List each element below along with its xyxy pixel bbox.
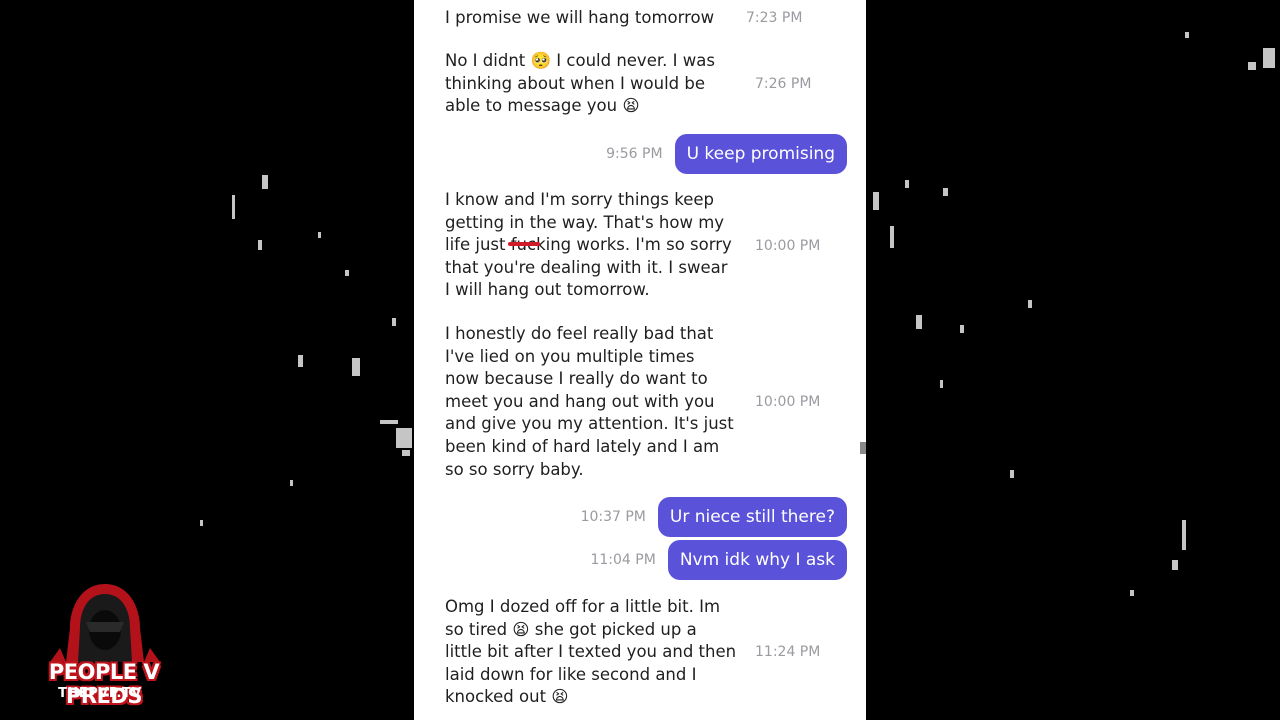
received-message: No I didnt 🥺 I could never. I was thinki… [445, 51, 715, 116]
received-message: I honestly do feel really bad that I've … [445, 324, 734, 479]
message-timestamp: 9:56 PM [606, 146, 663, 162]
message-timestamp: 10:37 PM [580, 509, 646, 525]
channel-logo: PEOPLE V PREDS THEPVP.TV [20, 578, 190, 708]
received-message: I promise we will hang tomorrow [445, 8, 715, 27]
logo-subtitle: THEPVP.TV [58, 686, 142, 701]
received-message: I know and I'm sorry things keep getting… [445, 190, 732, 300]
chat-panel[interactable]: I promise we will hang tomorrow 7:23 PM … [414, 0, 866, 720]
message-timestamp: 11:24 PM [755, 644, 821, 660]
message-timestamp: 10:00 PM [755, 238, 821, 254]
sent-message-row: 10:37 PM Ur niece still there? [581, 497, 847, 537]
sent-message-bubble[interactable]: Ur niece still there? [657, 497, 847, 537]
scrollbar-handle[interactable] [860, 442, 866, 454]
message-timestamp: 7:23 PM [746, 10, 803, 26]
sent-message-bubble[interactable]: Nvm idk why I ask [667, 540, 847, 580]
sent-message-bubble[interactable]: U keep promising [674, 134, 847, 174]
redaction-mark [508, 242, 540, 246]
message-timestamp: 11:04 PM [590, 552, 656, 568]
sent-message-row: 9:56 PM U keep promising [606, 134, 847, 174]
hooded-figure-icon [50, 584, 160, 662]
sent-message-row: 11:04 PM Nvm idk why I ask [590, 540, 847, 580]
message-timestamp: 7:26 PM [755, 76, 812, 92]
received-message: Omg I dozed off for a little bit. Im so … [445, 597, 737, 707]
message-timestamp: 10:00 PM [755, 394, 821, 410]
